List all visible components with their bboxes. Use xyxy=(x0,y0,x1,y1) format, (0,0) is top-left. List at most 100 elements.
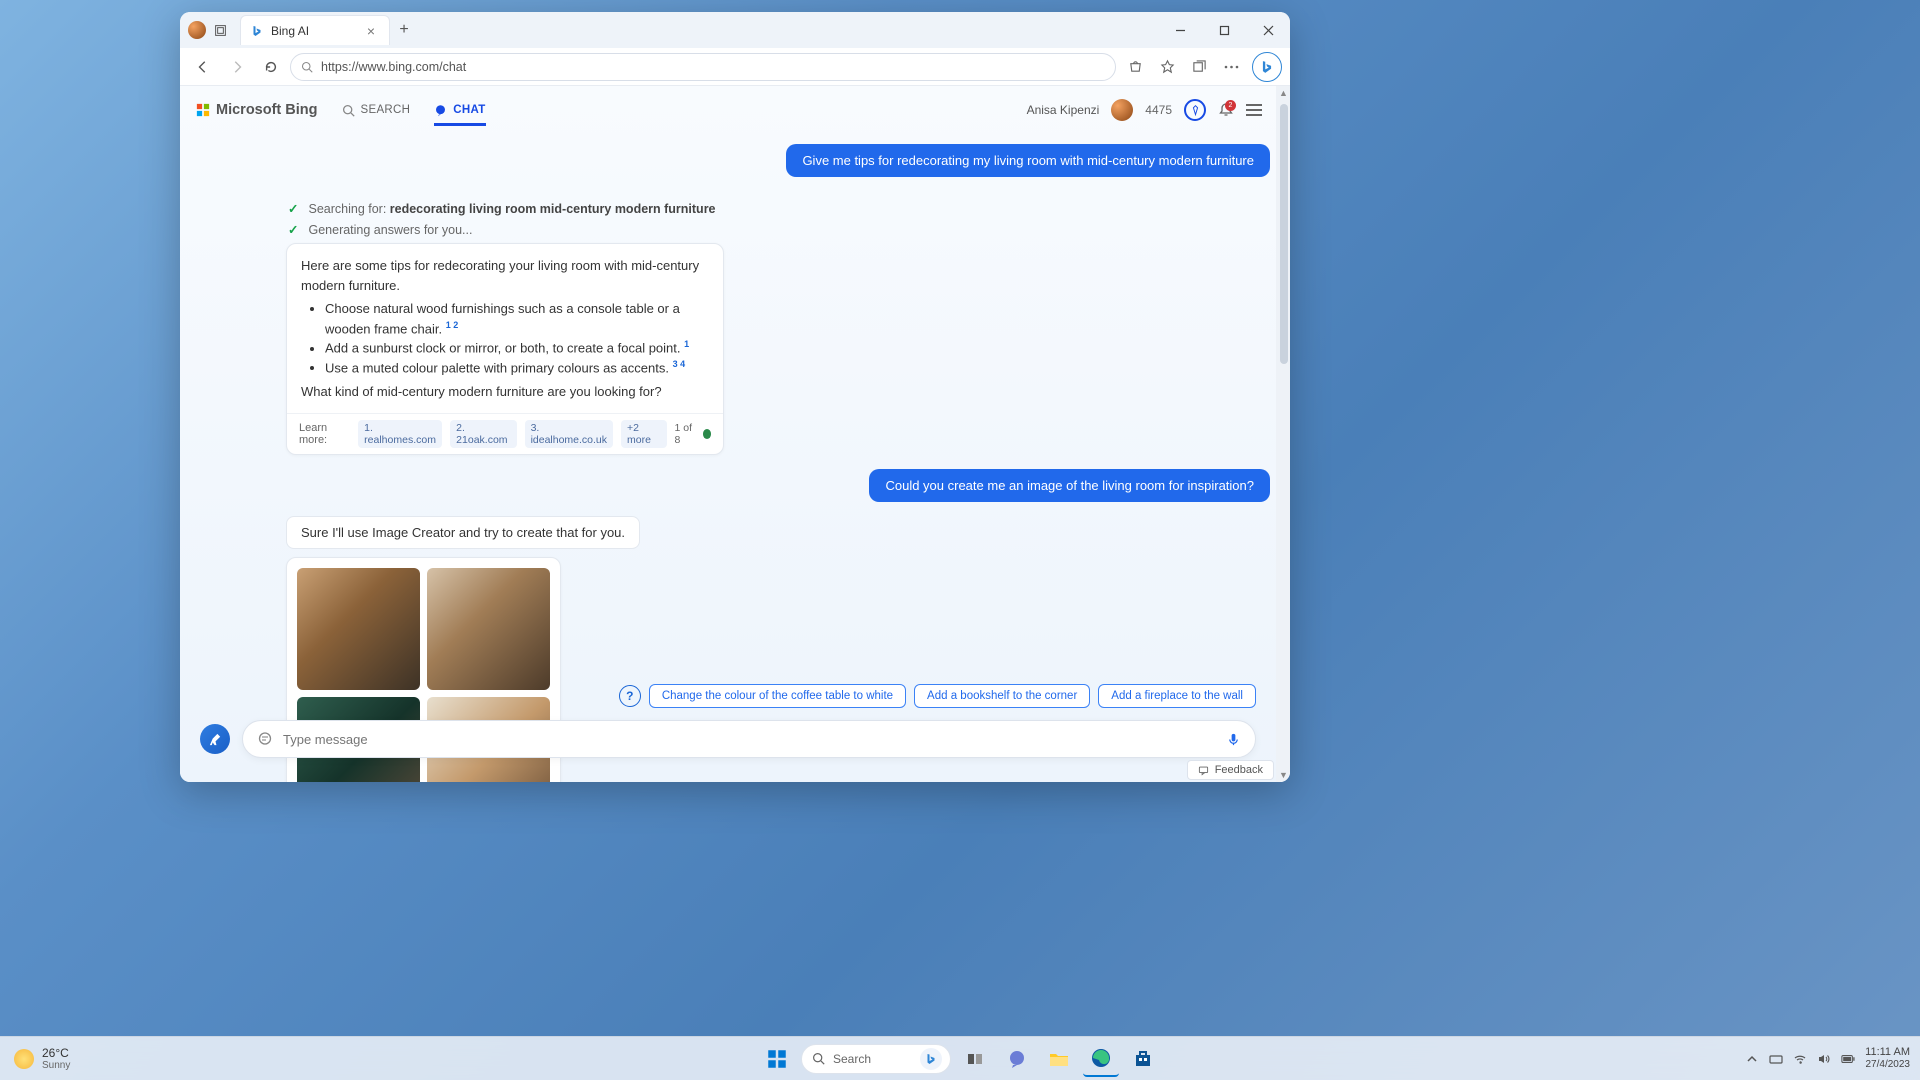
minimize-button[interactable] xyxy=(1158,12,1202,48)
collections-icon[interactable] xyxy=(1184,52,1214,82)
rewards-points[interactable]: 4475 xyxy=(1145,103,1172,117)
more-icon[interactable] xyxy=(1216,52,1246,82)
learn-more-row: Learn more: 1. realhomes.com 2. 21oak.co… xyxy=(287,413,723,454)
new-topic-button[interactable] xyxy=(200,724,230,754)
back-button[interactable] xyxy=(188,52,218,82)
user-message: Give me tips for redecorating my living … xyxy=(786,144,1270,177)
wifi-icon[interactable] xyxy=(1793,1052,1807,1066)
source-chip[interactable]: 2. 21oak.com xyxy=(450,420,516,448)
start-button[interactable] xyxy=(759,1041,795,1077)
battery-icon[interactable] xyxy=(1841,1052,1855,1066)
help-icon[interactable]: ? xyxy=(619,685,641,707)
url-text: https://www.bing.com/chat xyxy=(321,60,466,74)
citation[interactable]: 3 4 xyxy=(673,359,686,369)
generating-text: Generating answers for you... xyxy=(308,223,472,237)
browser-window: Bing AI × + https://www.bing.com/chat xyxy=(180,12,1290,782)
message-input[interactable] xyxy=(283,732,1216,747)
logo-text: Microsoft Bing xyxy=(216,102,318,118)
bing-header: Microsoft Bing SEARCH CHAT Anisa Kipenzi… xyxy=(180,86,1290,134)
chevron-up-icon[interactable] xyxy=(1745,1052,1759,1066)
answer-outro: What kind of mid-century modern furnitur… xyxy=(301,382,709,402)
taskbar-search[interactable]: Search xyxy=(801,1044,951,1074)
refresh-button[interactable] xyxy=(256,52,286,82)
weather-sun-icon xyxy=(14,1049,34,1069)
searching-prefix: Searching for: xyxy=(308,202,389,216)
clock-time: 11:11 AM xyxy=(1865,1046,1910,1059)
titlebar: Bing AI × + xyxy=(180,12,1290,48)
suggestion-row: ? Change the colour of the coffee table … xyxy=(619,684,1256,708)
system-tray: 11:11 AM 27/4/2023 xyxy=(1745,1046,1910,1071)
feedback-icon xyxy=(1198,765,1209,776)
taskbar-search-label: Search xyxy=(833,1052,871,1066)
check-icon: ✓ xyxy=(288,222,298,237)
user-avatar-icon[interactable] xyxy=(1111,99,1133,121)
nav-chat-label: CHAT xyxy=(453,104,485,116)
searching-query: redecorating living room mid-century mod… xyxy=(390,202,716,216)
weather-cond: Sunny xyxy=(42,1060,70,1071)
tab-close-icon[interactable]: × xyxy=(363,23,379,39)
citation[interactable]: 1 xyxy=(684,339,689,349)
tab-actions-icon[interactable] xyxy=(206,16,234,44)
feedback-button[interactable]: Feedback xyxy=(1187,760,1274,780)
task-view-button[interactable] xyxy=(957,1041,993,1077)
bing-icon xyxy=(251,25,263,37)
edge-button[interactable] xyxy=(1083,1041,1119,1077)
citation[interactable]: 1 2 xyxy=(446,320,459,330)
copilot-sidebar-button[interactable] xyxy=(1252,52,1282,82)
search-icon xyxy=(301,61,313,73)
volume-icon[interactable] xyxy=(1817,1052,1831,1066)
rewards-badge-icon[interactable] xyxy=(1184,99,1206,121)
shopping-icon[interactable] xyxy=(1120,52,1150,82)
response-page-count: 1 of 8 xyxy=(675,422,711,446)
forward-button[interactable] xyxy=(222,52,252,82)
nav-chat[interactable]: CHAT xyxy=(434,104,485,126)
chat-icon xyxy=(434,104,447,117)
status-dot-icon xyxy=(703,429,711,439)
source-chip[interactable]: 3. idealhome.co.uk xyxy=(525,420,613,448)
assistant-message: Sure I'll use Image Creator and try to c… xyxy=(286,516,640,549)
menu-button[interactable] xyxy=(1246,104,1262,116)
chat-input-icon xyxy=(257,731,273,747)
bing-chat-icon[interactable] xyxy=(920,1048,942,1070)
store-button[interactable] xyxy=(1125,1041,1161,1077)
keyboard-icon[interactable] xyxy=(1769,1052,1783,1066)
generated-image[interactable] xyxy=(427,568,550,690)
notif-count: 2 xyxy=(1225,100,1236,111)
feedback-label: Feedback xyxy=(1215,764,1263,776)
answer-tip: Add a sunburst clock or mirror, or both,… xyxy=(325,341,681,356)
source-chip[interactable]: 1. realhomes.com xyxy=(358,420,442,448)
check-icon: ✓ xyxy=(288,201,298,216)
chat-body: Give me tips for redecorating my living … xyxy=(180,134,1290,782)
profile-avatar-icon[interactable] xyxy=(188,21,206,39)
nav-search-label: SEARCH xyxy=(361,104,411,116)
bing-logo[interactable]: Microsoft Bing xyxy=(196,102,318,118)
nav-search[interactable]: SEARCH xyxy=(342,104,411,117)
user-message: Could you create me an image of the livi… xyxy=(869,469,1270,502)
taskbar: 26°C Sunny Search 11:11 AM 27/4/2023 xyxy=(0,1036,1920,1080)
clock[interactable]: 11:11 AM 27/4/2023 xyxy=(1865,1046,1910,1071)
close-button[interactable] xyxy=(1246,12,1290,48)
chat-app-button[interactable] xyxy=(999,1041,1035,1077)
answer-card: Here are some tips for redecorating your… xyxy=(286,243,724,455)
new-tab-button[interactable]: + xyxy=(390,21,418,39)
favorite-icon[interactable] xyxy=(1152,52,1182,82)
suggestion-chip[interactable]: Change the colour of the coffee table to… xyxy=(649,684,906,708)
browser-tab[interactable]: Bing AI × xyxy=(240,15,390,45)
clock-date: 27/4/2023 xyxy=(1865,1059,1910,1071)
suggestion-chip[interactable]: Add a bookshelf to the corner xyxy=(914,684,1090,708)
answer-tip: Choose natural wood furnishings such as … xyxy=(325,301,680,336)
maximize-button[interactable] xyxy=(1202,12,1246,48)
suggestion-chip[interactable]: Add a fireplace to the wall xyxy=(1098,684,1256,708)
url-input[interactable]: https://www.bing.com/chat xyxy=(290,53,1116,81)
message-input-box[interactable] xyxy=(242,720,1256,758)
search-icon xyxy=(342,104,355,117)
username[interactable]: Anisa Kipenzi xyxy=(1027,103,1100,117)
weather-widget[interactable]: 26°C Sunny xyxy=(14,1046,70,1071)
mic-button[interactable] xyxy=(1226,732,1241,747)
source-chip-more[interactable]: +2 more xyxy=(621,420,666,448)
generated-image[interactable] xyxy=(297,568,420,690)
generating-status: ✓ Generating answers for you... xyxy=(200,222,1270,237)
searching-status: ✓ Searching for: redecorating living roo… xyxy=(200,201,1270,216)
notifications-button[interactable]: 2 xyxy=(1218,102,1234,118)
explorer-button[interactable] xyxy=(1041,1041,1077,1077)
